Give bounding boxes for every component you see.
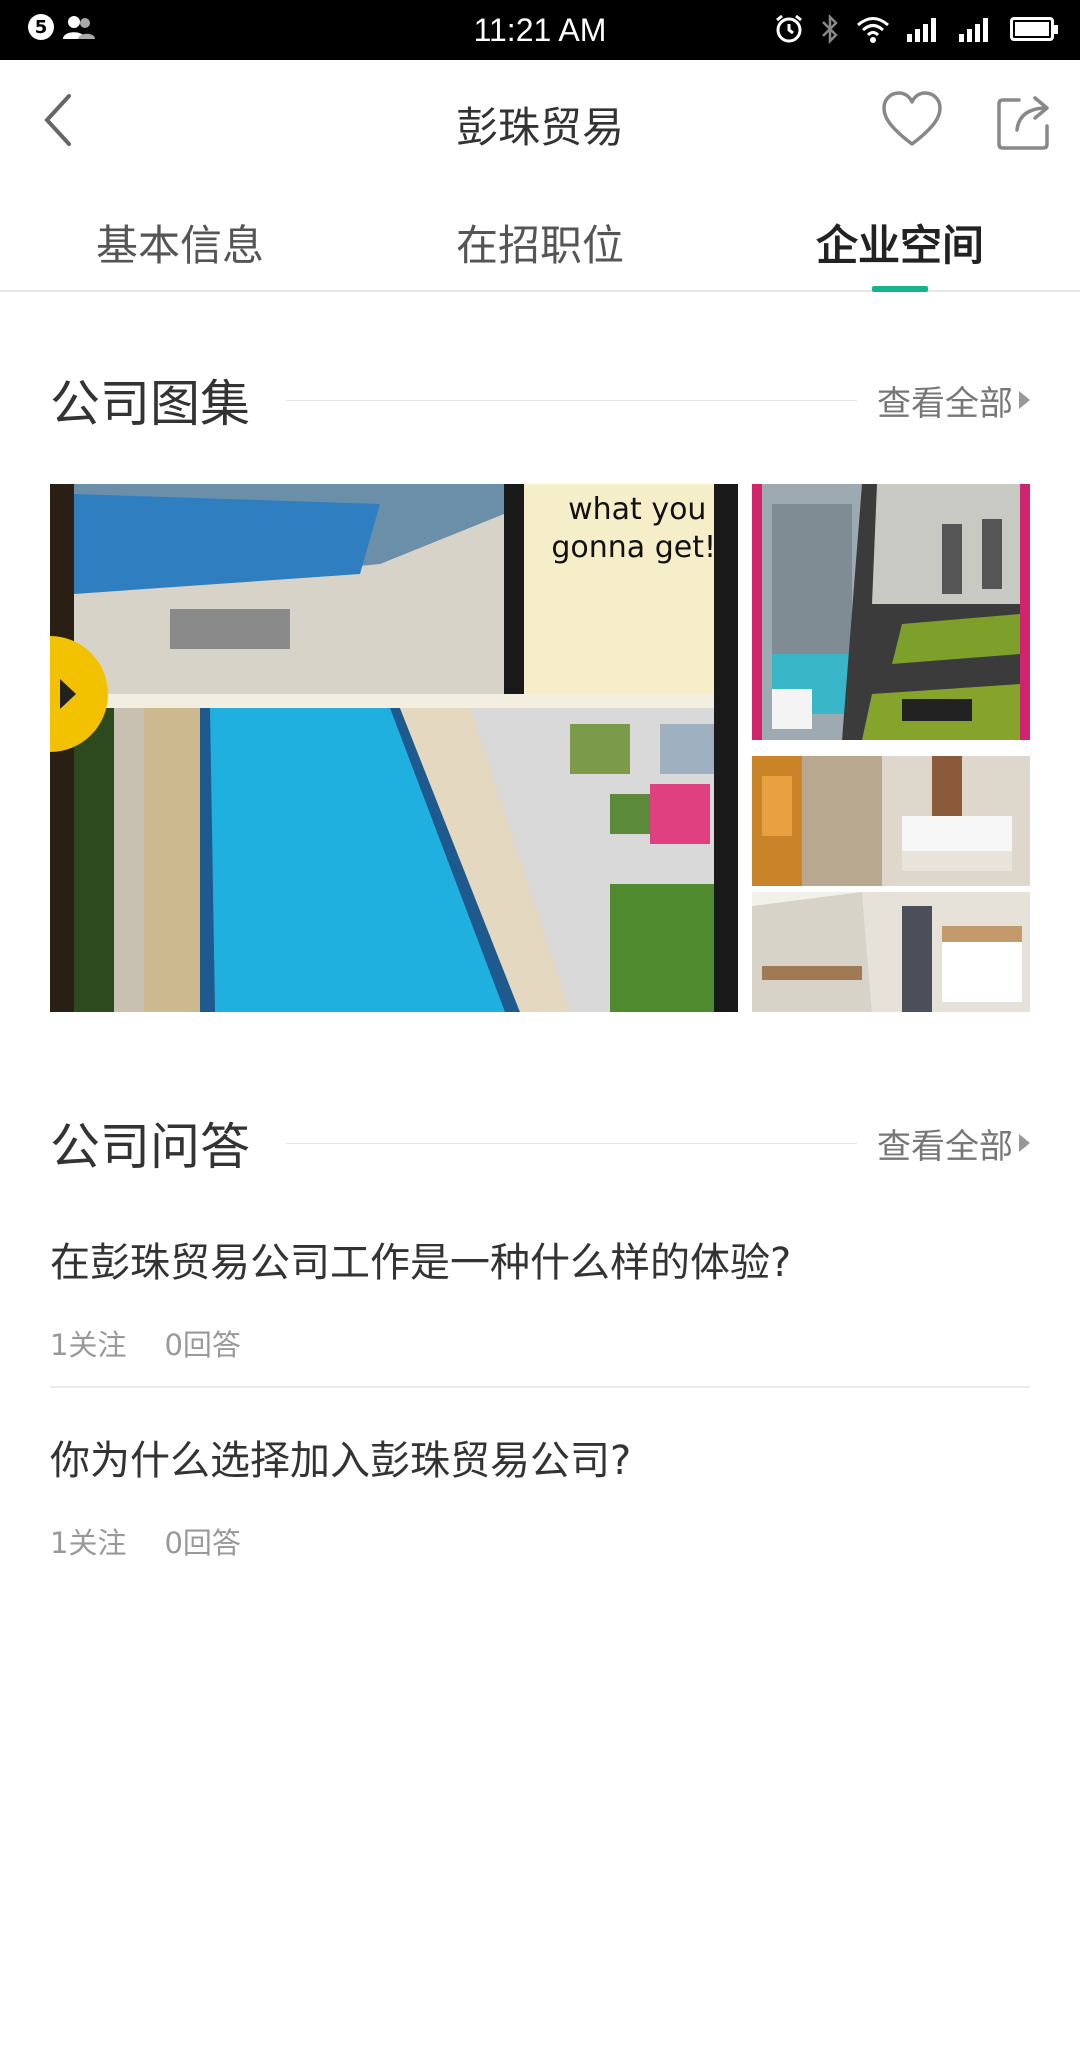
qa-answer-count: 0回答 xyxy=(164,1328,241,1362)
heart-icon xyxy=(882,91,942,146)
qa-meta: 1关注 0回答 xyxy=(50,1322,1030,1364)
tab-label: 在招职位 xyxy=(455,221,624,270)
share-button[interactable] xyxy=(995,90,1057,152)
caption-line: what you xyxy=(568,492,706,527)
room-collage-image xyxy=(752,756,1030,1012)
pool-collage-image: what you gonna get! xyxy=(50,484,738,1012)
bluetooth-icon xyxy=(822,14,838,44)
section-title: 公司图集 xyxy=(50,375,250,433)
section-title: 公司问答 xyxy=(50,1118,250,1176)
gallery-photo-main[interactable]: what you gonna get! xyxy=(50,484,738,1012)
active-tab-indicator xyxy=(872,286,928,292)
gallery-photo-room[interactable] xyxy=(752,756,1030,1012)
signal-2-icon xyxy=(959,18,988,42)
favorite-button[interactable] xyxy=(880,90,944,150)
divider-line xyxy=(286,399,857,401)
tab-bar: 基本信息 在招职位 企业空间 xyxy=(0,180,1080,292)
caption-line: gonna get! xyxy=(551,530,716,565)
gym-collage-image xyxy=(752,484,1030,740)
qa-question: 你为什么选择加入彭珠贸易公司? xyxy=(50,1438,632,1484)
tab-company-space[interactable]: 企业空间 xyxy=(720,180,1080,292)
divider-line xyxy=(286,1142,857,1144)
qa-section-header: 公司问答 查看全部 xyxy=(50,1113,1030,1176)
qa-answer-count: 0回答 xyxy=(164,1526,241,1560)
caret-right-icon xyxy=(1019,391,1030,409)
photo-gallery: what you gonna get! xyxy=(50,484,1030,1012)
tab-basic-info[interactable]: 基本信息 xyxy=(0,180,360,290)
wifi-icon xyxy=(857,17,889,43)
share-icon xyxy=(997,96,1049,150)
status-right xyxy=(774,14,1058,44)
alarm-icon xyxy=(776,14,802,43)
view-all-label: 查看全部 xyxy=(877,1126,1013,1167)
qa-meta: 1关注 0回答 xyxy=(50,1520,1030,1562)
status-bar: 5 11:21 AM xyxy=(0,0,1080,60)
caret-right-icon xyxy=(1019,1134,1030,1152)
list-divider xyxy=(50,1386,1030,1388)
tab-open-positions[interactable]: 在招职位 xyxy=(360,180,720,290)
gallery-view-all-link[interactable]: 查看全部 xyxy=(877,376,1030,425)
battery-icon xyxy=(1010,17,1058,41)
qa-list-item[interactable]: 你为什么选择加入彭珠贸易公司? 1关注 0回答 xyxy=(50,1428,1030,1562)
tab-label: 基本信息 xyxy=(95,221,264,270)
qa-list-item[interactable]: 在彭珠贸易公司工作是一种什么样的体验? 1关注 0回答 xyxy=(50,1230,1030,1364)
qa-question: 在彭珠贸易公司工作是一种什么样的体验? xyxy=(50,1240,792,1286)
tab-label: 企业空间 xyxy=(815,221,984,270)
qa-view-all-link[interactable]: 查看全部 xyxy=(877,1119,1030,1168)
qa-follow-count: 1关注 xyxy=(50,1328,127,1362)
gallery-photo-gym[interactable] xyxy=(752,484,1030,740)
gallery-section-header: 公司图集 查看全部 xyxy=(50,370,1030,433)
nav-bar: 彭珠贸易 xyxy=(0,60,1080,180)
qa-follow-count: 1关注 xyxy=(50,1526,127,1560)
signal-icon xyxy=(907,18,936,42)
view-all-label: 查看全部 xyxy=(877,383,1013,424)
